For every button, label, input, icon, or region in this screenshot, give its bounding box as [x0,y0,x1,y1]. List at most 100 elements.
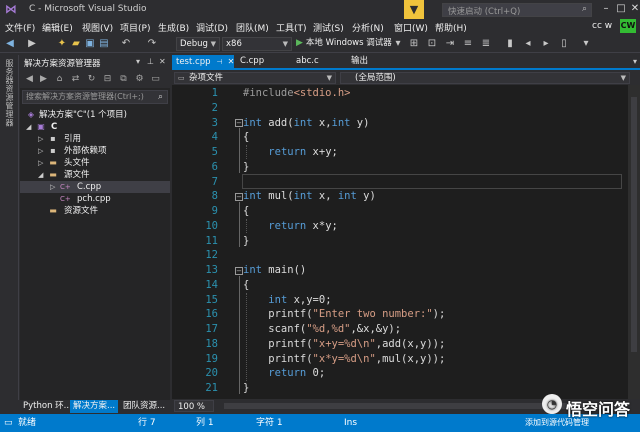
fold-collapse-icon[interactable]: − [235,193,243,201]
tab-abc-c[interactable]: abc.c [292,55,323,68]
forward-icon[interactable]: ▶ [38,73,49,85]
tab-test-cpp[interactable]: test.cpp ⊣ ✕ [172,55,234,68]
solution-search-input[interactable]: 搜索解决方案资源管理器(Ctrl+;) ⌕ [22,90,168,104]
bookmark-icon[interactable]: ▮ [504,37,516,50]
tree-item-project-c[interactable]: ◢ ▣ C [20,121,170,133]
member-dropdown[interactable]: (全局范围) ▼ [340,72,630,84]
breakpoint-icon[interactable]: ⊡ [426,37,438,50]
chevron-down-icon[interactable]: ▾ [392,37,404,50]
platform-dropdown[interactable]: x86 ▼ [222,37,292,51]
configuration-dropdown[interactable]: Debug ▼ [176,37,220,51]
toolbar-options-icon[interactable]: ▾ [580,37,592,50]
minimize-button[interactable]: – [598,2,614,16]
expander-collapsed-icon[interactable]: ▷ [38,133,46,145]
prev-bookmark-icon[interactable]: ◂ [522,37,534,50]
code-line[interactable]: int x,y=0; [243,293,331,308]
step-icon[interactable]: ⇥ [444,37,456,50]
tree-item-source-files[interactable]: ◢ ▬ 源文件 [20,169,170,181]
navigate-forward-icon[interactable]: ▶ [26,37,38,50]
code-line[interactable]: { [243,204,249,219]
code-line[interactable]: return x+y; [243,145,338,160]
tab-python-environments[interactable]: Python 环... [20,400,75,413]
code-line[interactable]: int mul(int x, int y) [243,189,376,204]
code-line[interactable]: { [243,130,249,145]
pin-icon[interactable]: ⊣ [217,58,223,66]
close-icon[interactable]: ✕ [159,57,166,66]
clear-bookmarks-icon[interactable]: ▯ [558,37,570,50]
tree-item-references[interactable]: ▷ ▪ 引用 [20,133,170,145]
server-explorer-tab[interactable]: 服务器资源管理器 [3,59,15,127]
menu-file[interactable]: 文件(F) [5,21,35,34]
code-line[interactable]: printf("x+y=%d\n",add(x,y)); [243,337,445,352]
code-line[interactable]: int main() [243,263,306,278]
fold-collapse-icon[interactable]: − [235,267,243,275]
pin-icon[interactable]: ⊥ [147,57,154,66]
scrollbar-thumb[interactable] [631,97,637,352]
collapse-all-icon[interactable]: ⊟ [102,73,113,85]
menu-edit[interactable]: 编辑(E) [42,21,73,34]
properties-icon[interactable]: ⚙ [134,73,145,85]
user-name[interactable]: cc w [592,21,612,31]
menu-window[interactable]: 窗口(W) [394,21,428,34]
save-all-icon[interactable]: ▤ [98,37,110,50]
expander-collapsed-icon[interactable]: ▷ [38,157,46,169]
code-line[interactable]: int add(int x,int y) [243,116,369,131]
new-project-icon[interactable]: ✦ [56,37,68,50]
code-line[interactable]: printf("x*y=%d\n",mul(x,y)); [243,352,445,367]
tab-solution-explorer[interactable]: 解决方案... [70,400,119,413]
code-line[interactable]: #include<stdio.h> [243,86,350,101]
tab-overflow-icon[interactable]: ▾ [633,55,637,68]
open-file-icon[interactable]: ▰ [70,37,82,50]
menu-tools[interactable]: 工具(T) [276,21,307,34]
redo-icon[interactable]: ↷ [146,37,158,50]
menu-project[interactable]: 项目(P) [120,21,150,34]
code-line[interactable]: { [243,278,249,293]
notification-filter-icon[interactable]: ▼ [404,0,424,19]
menu-team[interactable]: 团队(M) [236,21,269,34]
tab-output[interactable]: 输出 [347,55,372,68]
tree-item-external-deps[interactable]: ▷ ▪ 外部依赖项 [20,145,170,157]
code-line[interactable]: } [243,381,249,396]
menu-analyze[interactable]: 分析(N) [352,21,384,34]
save-icon[interactable]: ▣ [84,37,96,50]
start-debugging-button[interactable]: ▶ 本地 Windows 调试器 [296,37,392,50]
code-line[interactable]: return 0; [243,366,325,381]
tree-item-solution[interactable]: ◈ 解决方案"C"(1 个项目) [20,109,170,121]
tree-item-c-cpp[interactable]: ▷ C+ C.cpp [20,181,170,193]
next-bookmark-icon[interactable]: ▸ [540,37,552,50]
comment-icon[interactable]: ≡ [462,37,474,50]
back-icon[interactable]: ◀ [24,73,35,85]
uncomment-icon[interactable]: ≣ [480,37,492,50]
zoom-dropdown[interactable]: 100 % [174,400,214,412]
code-editor[interactable]: 1 2 3 4 5 6 7 8 9 10 11 12 13 14 15 16 1… [172,85,640,399]
quick-launch-input[interactable]: 快速启动 (Ctrl+Q) ⌕ [442,3,592,17]
navigate-back-icon[interactable]: ◀ [4,37,16,50]
code-line[interactable]: scanf("%d,%d",&x,&y); [243,322,401,337]
tree-item-header-files[interactable]: ▷ ▬ 头文件 [20,157,170,169]
home-icon[interactable]: ⌂ [54,73,65,85]
tree-item-resource-files[interactable]: ▬ 资源文件 [20,205,170,217]
scope-dropdown[interactable]: ▭ 杂项文件 ▼ [174,72,336,84]
menu-debug[interactable]: 调试(D) [196,21,228,34]
close-button[interactable]: ✕ [627,2,640,16]
expander-expanded-icon[interactable]: ◢ [38,169,46,181]
user-avatar[interactable]: CW [620,19,636,33]
expander-collapsed-icon[interactable]: ▷ [50,181,58,193]
attach-icon[interactable]: ⊞ [408,37,420,50]
menu-view[interactable]: 视图(V) [82,21,113,34]
menu-help[interactable]: 帮助(H) [435,21,467,34]
expander-expanded-icon[interactable]: ◢ [26,121,34,133]
tree-item-pch-cpp[interactable]: C+ pch.cpp [20,193,170,205]
undo-icon[interactable]: ↶ [120,37,132,50]
vertical-scrollbar[interactable] [628,85,640,399]
fold-collapse-icon[interactable]: − [235,119,243,127]
code-line[interactable]: return x*y; [243,219,338,234]
expander-collapsed-icon[interactable]: ▷ [38,145,46,157]
menu-test[interactable]: 测试(S) [313,21,344,34]
horizontal-scrollbar[interactable] [224,403,624,409]
preview-icon[interactable]: ▭ [150,73,161,85]
code-line[interactable]: } [243,160,249,175]
tab-team-explorer[interactable]: 团队资源... [120,400,168,413]
menu-build[interactable]: 生成(B) [158,21,189,34]
close-icon[interactable]: ✕ [228,57,235,66]
